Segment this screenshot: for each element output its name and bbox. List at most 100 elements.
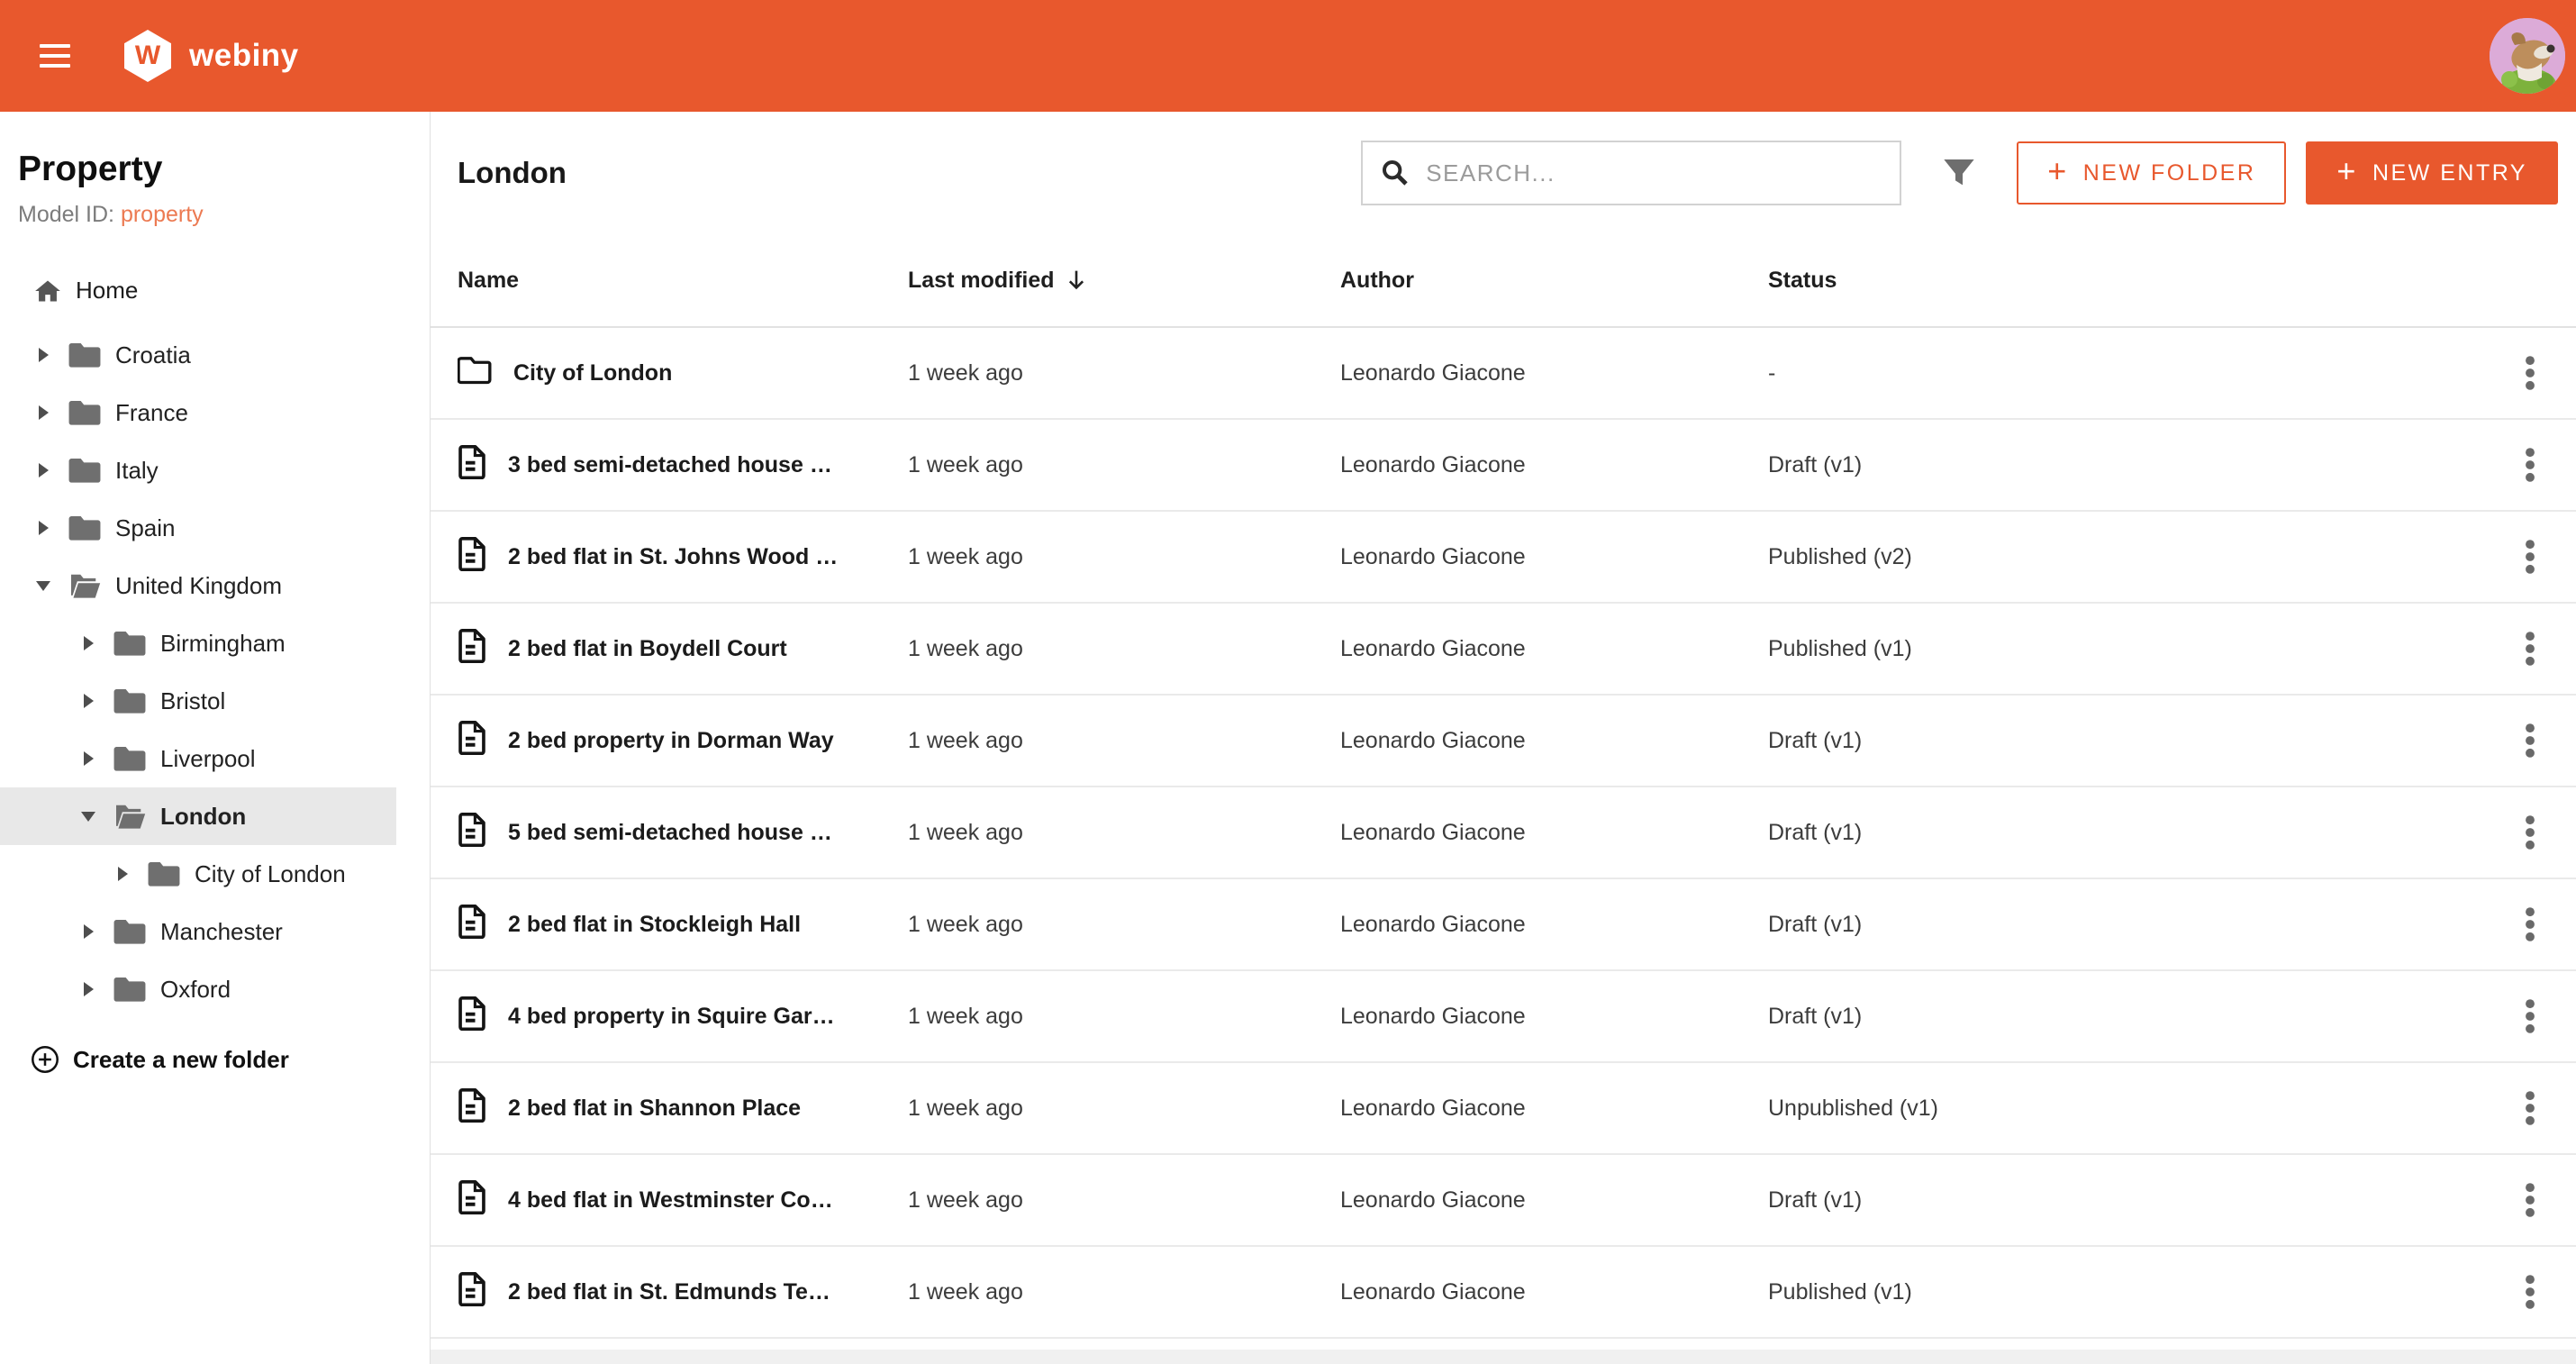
sidebar-item-liverpool[interactable]: Liverpool bbox=[0, 730, 396, 787]
table-row-3-bed-semi-detached-house[interactable]: 3 bed semi-detached house … 1 week ago L… bbox=[431, 420, 2576, 512]
entry-name: 2 bed property in Dorman Way bbox=[508, 727, 834, 753]
expand-chevron-icon[interactable] bbox=[81, 924, 95, 939]
folder-icon bbox=[113, 917, 146, 946]
column-header-status: Status bbox=[1768, 267, 1837, 293]
table-row-2-bed-flat-in-shannon-place[interactable]: 2 bed flat in Shannon Place 1 week ago L… bbox=[431, 1063, 2576, 1155]
folder-icon bbox=[113, 687, 146, 715]
document-icon bbox=[458, 1179, 486, 1221]
expand-chevron-icon[interactable] bbox=[81, 811, 95, 822]
table-row-4-bed-property-in-squire-gar[interactable]: 4 bed property in Squire Gar… 1 week ago… bbox=[431, 971, 2576, 1063]
entry-author: Leonardo Giacone bbox=[1340, 359, 1526, 386]
sidebar-item-birmingham[interactable]: Birmingham bbox=[0, 614, 396, 672]
table-row-2-bed-flat-in-stockleigh-hall[interactable]: 2 bed flat in Stockleigh Hall 1 week ago… bbox=[431, 879, 2576, 971]
plus-circle-icon bbox=[32, 1046, 59, 1073]
expand-chevron-icon[interactable] bbox=[81, 694, 95, 708]
logo-letter: W bbox=[134, 41, 161, 70]
filter-funnel-icon bbox=[1944, 159, 1974, 186]
sidebar-item-italy[interactable]: Italy bbox=[0, 441, 396, 499]
create-folder-button[interactable]: Create a new folder bbox=[31, 1045, 430, 1074]
row-menu-button[interactable] bbox=[2515, 530, 2545, 584]
document-icon bbox=[458, 720, 486, 761]
expand-chevron-icon[interactable] bbox=[36, 348, 50, 362]
sidebar-item-bristol[interactable]: Bristol bbox=[0, 672, 396, 730]
search-input[interactable] bbox=[1426, 159, 1900, 187]
model-id-line: Model ID: property bbox=[18, 202, 430, 228]
expand-chevron-icon[interactable] bbox=[36, 463, 50, 477]
entry-last-modified: 1 week ago bbox=[908, 911, 1023, 937]
document-icon bbox=[458, 1271, 486, 1313]
entry-status: Published (v2) bbox=[1768, 543, 1912, 569]
entry-name: 2 bed flat in Shannon Place bbox=[508, 1095, 802, 1121]
folder-icon bbox=[113, 975, 146, 1004]
brand-name: webiny bbox=[189, 38, 299, 73]
folder-label: France bbox=[115, 398, 188, 426]
expand-chevron-icon[interactable] bbox=[36, 580, 50, 591]
sidebar-item-united-kingdom[interactable]: United Kingdom bbox=[0, 557, 396, 614]
row-menu-button[interactable] bbox=[2515, 714, 2545, 768]
entry-author: Leonardo Giacone bbox=[1340, 819, 1526, 845]
entry-author: Leonardo Giacone bbox=[1340, 1278, 1526, 1305]
entry-author: Leonardo Giacone bbox=[1340, 1095, 1526, 1121]
sidebar-item-oxford[interactable]: Oxford bbox=[0, 960, 396, 1018]
sidebar-item-london[interactable]: London bbox=[0, 787, 396, 845]
model-id-label: Model ID: bbox=[18, 202, 114, 227]
model-id-value[interactable]: property bbox=[121, 202, 204, 227]
kebab-menu-icon bbox=[2526, 356, 2535, 390]
expand-chevron-icon[interactable] bbox=[81, 636, 95, 650]
search-icon bbox=[1383, 160, 1408, 186]
row-menu-button[interactable] bbox=[2515, 622, 2545, 676]
entry-last-modified: 1 week ago bbox=[908, 359, 1023, 386]
folder-open-icon bbox=[68, 571, 101, 600]
expand-chevron-icon[interactable] bbox=[81, 982, 95, 996]
entry-last-modified: 1 week ago bbox=[908, 1003, 1023, 1029]
column-header-last-modified[interactable]: Last modified bbox=[908, 268, 1340, 294]
table-row-2-bed-flat-in-st-edmunds-te[interactable]: 2 bed flat in St. Edmunds Te… 1 week ago… bbox=[431, 1247, 2576, 1339]
table-row-2-bed-flat-in-boydell-court[interactable]: 2 bed flat in Boydell Court 1 week ago L… bbox=[431, 604, 2576, 696]
filter-button[interactable] bbox=[1941, 155, 1977, 191]
row-menu-button[interactable] bbox=[2515, 805, 2545, 859]
entry-name: 4 bed flat in Westminster Co… bbox=[508, 1187, 833, 1213]
sidebar-item-croatia[interactable]: Croatia bbox=[0, 326, 396, 384]
table-row-2-bed-flat-in-st-johns-wood[interactable]: 2 bed flat in St. Johns Wood … 1 week ag… bbox=[431, 512, 2576, 604]
entry-name: 4 bed property in Squire Gar… bbox=[508, 1003, 835, 1029]
sidebar-item-city-of-london[interactable]: City of London bbox=[0, 845, 396, 903]
sidebar-item-spain[interactable]: Spain bbox=[0, 499, 396, 557]
row-menu-button[interactable] bbox=[2515, 346, 2545, 400]
new-entry-button[interactable]: + NEW ENTRY bbox=[2306, 141, 2558, 205]
row-menu-button[interactable] bbox=[2515, 1265, 2545, 1319]
expand-chevron-icon[interactable] bbox=[81, 751, 95, 766]
table-row-4-bed-flat-in-westminster-co[interactable]: 4 bed flat in Westminster Co… 1 week ago… bbox=[431, 1155, 2576, 1247]
folder-label: Italy bbox=[115, 456, 159, 484]
sidebar-item-france[interactable]: France bbox=[0, 384, 396, 441]
document-icon bbox=[458, 628, 486, 669]
folder-open-icon bbox=[113, 802, 146, 831]
row-menu-button[interactable] bbox=[2515, 989, 2545, 1043]
new-entry-label: NEW ENTRY bbox=[2372, 159, 2527, 186]
entry-last-modified: 1 week ago bbox=[908, 1095, 1023, 1121]
entry-status: Published (v1) bbox=[1768, 1278, 1912, 1305]
document-icon bbox=[458, 996, 486, 1037]
table-row-2-bed-property-in-dorman-way[interactable]: 2 bed property in Dorman Way 1 week ago … bbox=[431, 696, 2576, 787]
folder-icon bbox=[113, 744, 146, 773]
expand-chevron-icon[interactable] bbox=[115, 867, 130, 881]
row-menu-button[interactable] bbox=[2515, 438, 2545, 492]
folder-label: Croatia bbox=[115, 341, 191, 368]
expand-chevron-icon[interactable] bbox=[36, 521, 50, 535]
table-row-city-of-london[interactable]: City of London 1 week ago Leonardo Giaco… bbox=[431, 328, 2576, 420]
row-menu-button[interactable] bbox=[2515, 1081, 2545, 1135]
table-row-5-bed-semi-detached-house[interactable]: 5 bed semi-detached house … 1 week ago L… bbox=[431, 787, 2576, 879]
row-menu-button[interactable] bbox=[2515, 897, 2545, 951]
new-folder-button[interactable]: + NEW FOLDER bbox=[2017, 141, 2287, 205]
folder-label: Spain bbox=[115, 514, 176, 541]
bottom-scroll-strip bbox=[431, 1350, 2576, 1364]
menu-icon[interactable] bbox=[40, 44, 70, 68]
kebab-menu-icon bbox=[2526, 723, 2535, 758]
document-icon bbox=[458, 444, 486, 486]
kebab-menu-icon bbox=[2526, 815, 2535, 850]
entry-author: Leonardo Giacone bbox=[1340, 911, 1526, 937]
sidebar-item-home[interactable]: Home bbox=[34, 277, 430, 305]
expand-chevron-icon[interactable] bbox=[36, 405, 50, 420]
sidebar-item-manchester[interactable]: Manchester bbox=[0, 903, 396, 960]
user-avatar[interactable] bbox=[2490, 18, 2565, 94]
row-menu-button[interactable] bbox=[2515, 1173, 2545, 1227]
